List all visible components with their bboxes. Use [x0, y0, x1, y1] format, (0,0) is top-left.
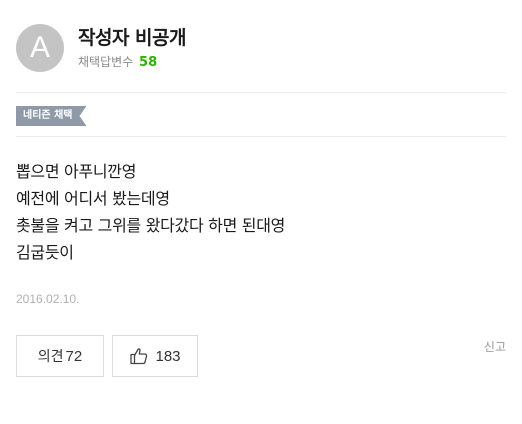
netizen-choice-badge: 네티즌 채택: [16, 106, 86, 126]
adopted-answer-label: 채택답변수: [78, 54, 134, 69]
answer-date: 2016.02.10.: [16, 292, 80, 306]
answer-body: 뽑으면 아푸니깐영 예전에 어디서 봤는데영 촛불을 켜고 그위를 왔다갔다 하…: [16, 158, 285, 266]
divider: [16, 92, 506, 93]
author-block: A 작성자 비공개 채택답변수 58: [16, 24, 187, 72]
comment-button[interactable]: 의견 72: [16, 335, 104, 377]
author-info: 작성자 비공개 채택답변수 58: [78, 26, 187, 71]
comment-count: 72: [65, 347, 83, 365]
divider: [16, 136, 506, 137]
report-link[interactable]: 신고: [484, 338, 506, 355]
like-count: 183: [155, 347, 181, 365]
adopted-answer-count: 58: [139, 54, 158, 70]
avatar-letter: A: [29, 31, 50, 64]
answer-line: 뽑으면 아푸니깐영: [16, 162, 137, 181]
comment-label: 의견: [37, 349, 64, 365]
answer-line: 김굽듯이: [16, 243, 74, 262]
author-name: 작성자 비공개: [78, 26, 187, 49]
answer-line: 예전에 어디서 봤는데영: [16, 189, 170, 208]
thumbs-up-icon: [129, 346, 149, 366]
avatar[interactable]: A: [16, 24, 64, 72]
answer-line: 촛불을 켜고 그위를 왔다갔다 하면 된대영: [16, 216, 286, 235]
adopted-answer-stat: 채택답변수 58: [78, 54, 186, 71]
like-button[interactable]: 183: [112, 335, 198, 377]
